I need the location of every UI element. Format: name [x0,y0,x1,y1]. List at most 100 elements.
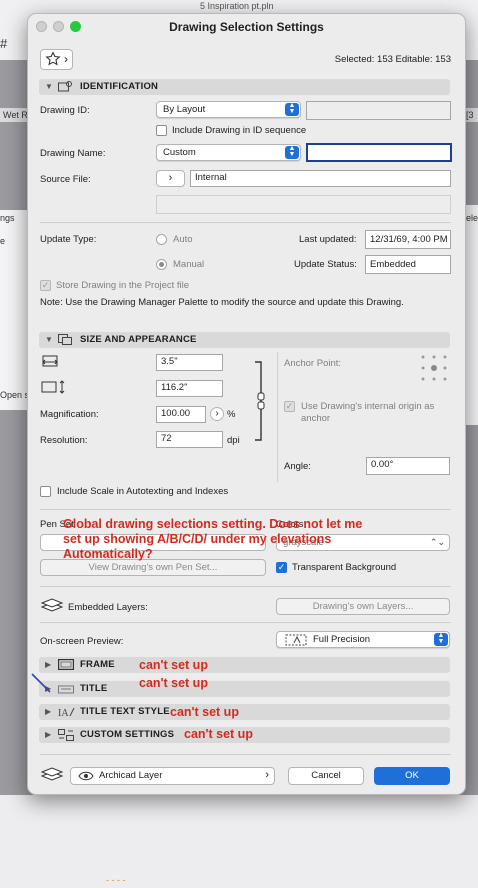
selection-count: Selected: 153 Editable: 153 [334,54,451,65]
resolution-label: Resolution: [40,435,88,446]
custom-settings-icon [58,729,74,741]
width-icon [40,355,62,372]
update-auto-label: Auto [173,234,193,245]
drawing-name-value: Custom [163,147,196,158]
source-file-button[interactable]: › [156,170,185,187]
annotation-pen-stroke [31,673,51,693]
update-status-label: Update Status: [294,259,357,270]
identification-section-header[interactable]: ▼ IDENTIFICATION [39,79,450,95]
store-in-project-label: Store Drawing in the Project file [56,280,190,291]
grid-icon[interactable]: # [0,36,7,51]
annotation-main: Global drawing selections setting. Does … [63,517,363,561]
background-list-right [464,205,478,425]
embedded-layers-label: Embedded Layers: [68,602,148,613]
layers-icon [40,598,64,615]
frame-title: FRAME [80,659,115,670]
include-in-sequence-checkbox[interactable] [156,125,167,136]
svg-text:IA: IA [58,708,69,718]
eye-icon [78,771,94,786]
annotation-title-text-style: can't set up [170,705,239,719]
footer-divider [40,754,451,755]
precision-icon [285,634,307,651]
drawing-selection-settings-dialog: Drawing Selection Settings › Selected: 1… [27,13,466,795]
background-tab-right[interactable]: [3 [466,110,474,120]
anchor-point-icon[interactable] [420,354,448,385]
size-vertical-divider [277,352,278,482]
identification-divider [40,222,451,223]
text-style-icon: IA [58,706,75,719]
chevron-right-icon: › [215,408,219,419]
drawing-name-select[interactable]: Custom ▲ ▼ [156,144,301,161]
update-type-label: Update Type: [40,234,97,245]
width-field[interactable]: 3.5" [156,354,223,371]
angle-label: Angle: [284,461,311,472]
on-screen-preview-label: On-screen Preview: [40,636,124,647]
dialog-title: Drawing Selection Settings [169,20,324,34]
drawings-own-layers-button[interactable]: Drawing's own Layers... [276,598,450,615]
layer-icon [40,767,64,784]
layers-divider [40,622,451,623]
annotation-custom-settings: can't set up [184,727,253,741]
drawing-id-field[interactable] [306,101,451,120]
size-appearance-icon [58,334,72,345]
disclosure-down-icon: ▼ [45,335,53,344]
magnification-stepper-button[interactable]: › [210,407,224,421]
drawing-name-input[interactable] [306,143,452,162]
size-appearance-title: SIZE AND APPEARANCE [80,334,197,345]
drawing-manager-note: Note: Use the Drawing Manager Palette to… [40,297,404,308]
background-list-header: ngs [0,213,15,223]
update-manual-label: Manual [173,259,205,270]
use-internal-origin-label: Use Drawing's internal origin as anchor [301,401,435,424]
background-dashes: - - - - [106,875,126,885]
transparent-background-label: Transparent Background [292,562,397,573]
size-appearance-section-header[interactable]: ▼ SIZE AND APPEARANCE [39,332,450,348]
update-status-field: Embedded [365,255,451,274]
angle-field[interactable]: 0.00° [366,457,450,475]
dpi-label: dpi [227,435,240,446]
background-list-item: e [0,236,6,246]
transparent-background-checkbox[interactable]: ✓ [276,562,287,573]
include-scale-label: Include Scale in Autotexting and Indexes [57,486,229,497]
update-manual-radio[interactable] [156,259,167,270]
drawing-name-label: Drawing Name: [40,148,106,159]
cancel-button[interactable]: Cancel [288,767,364,785]
drawing-id-label: Drawing ID: [40,105,90,116]
disclosure-right-icon: ▶ [45,707,52,716]
size-divider [40,509,451,510]
updown-chevron-icon: ▲ ▼ [434,632,448,646]
identification-title: IDENTIFICATION [80,81,159,92]
resolution-field[interactable]: 72 [156,431,223,448]
favorites-button[interactable]: › [40,49,73,70]
store-in-project-checkbox[interactable]: ✓ [40,280,51,291]
background-open-button[interactable]: Open s [0,390,29,400]
background-window-title: 5 Inspiration pt.pln [200,1,274,11]
background-tab-wet[interactable]: Wet R [3,110,28,120]
drawing-id-value: By Layout [163,104,206,115]
percent-label: % [227,409,236,420]
last-updated-label: Last updated: [299,234,357,245]
on-screen-preview-select[interactable]: Full Precision ▲ ▼ [276,631,450,648]
include-scale-checkbox[interactable] [40,486,51,497]
title-text-style-section-header[interactable]: ▶ IA TITLE TEXT STYLE [39,704,450,720]
chevron-right-icon: › [168,172,173,184]
layer-select[interactable]: Archicad Layer › [70,767,275,785]
ok-button[interactable]: OK [374,767,450,785]
background-canvas [0,795,478,888]
star-icon [45,51,61,72]
title-title: TITLE [80,683,108,694]
magnification-field[interactable]: 100.00 [156,406,206,423]
title-section-header[interactable]: ▶ TITLE [39,681,450,697]
link-bracket-icon[interactable] [253,361,267,444]
chevron-right-icon: › [265,769,269,781]
update-auto-radio[interactable] [156,234,167,245]
height-field[interactable]: 116.2" [156,380,223,397]
drawing-id-select[interactable]: By Layout ▲ ▼ [156,101,301,118]
frame-icon [57,658,75,671]
updown-chevron-icon: ⌃⌄ [429,537,445,547]
disclosure-down-icon: ▼ [45,82,53,91]
title-icon [58,683,74,694]
chevron-right-icon: › [64,52,68,66]
use-internal-origin-checkbox[interactable]: ✓ [284,401,295,412]
source-file-field: Internal [190,170,451,187]
frame-section-header[interactable]: ▶ FRAME [39,657,450,673]
